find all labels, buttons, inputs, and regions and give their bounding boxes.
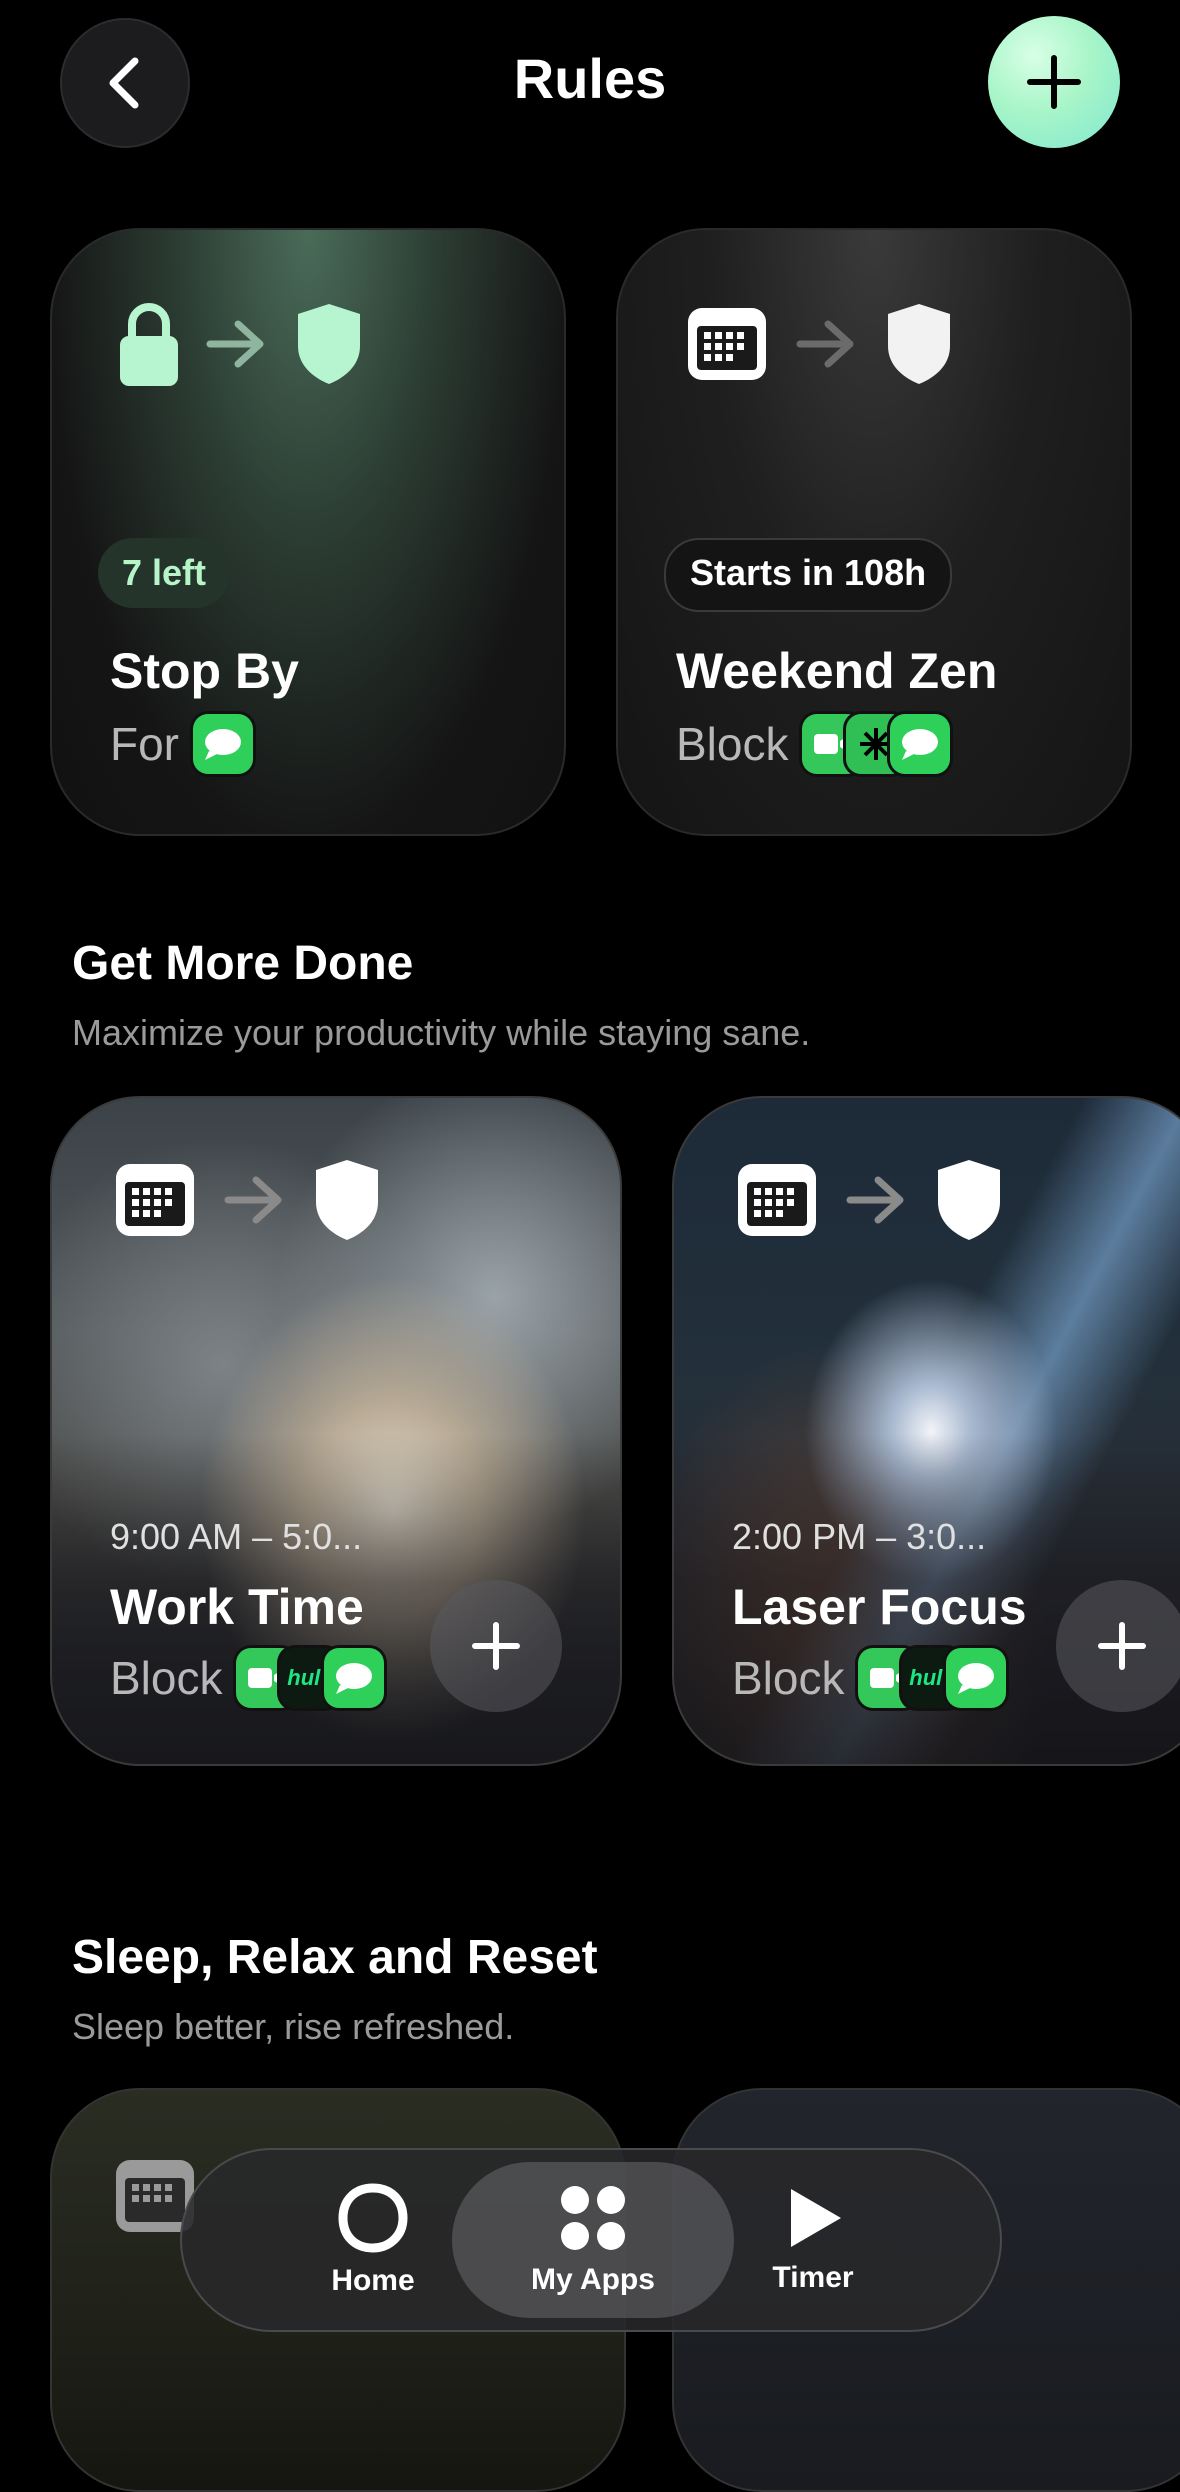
rule-action-label: Block [676,718,789,770]
messages-app-icon [324,1648,385,1708]
tab-bar: Home My Apps Timer [180,2148,1002,2332]
template-card-work-time[interactable]: 9:00 AM – 5:0... Work Time Block hulu [50,1096,622,1766]
shield-icon [938,1160,1000,1240]
section-title: Get More Done [72,937,414,990]
schedule-time: 9:00 AM – 5:0... [110,1516,363,1557]
section-title: Sleep, Relax and Reset [72,1931,598,1984]
add-template-button[interactable] [430,1580,562,1712]
arrow-right-icon [206,320,264,368]
arrow-right-icon [224,1176,282,1224]
template-name: Laser Focus [732,1579,1027,1635]
rule-trigger-row [684,302,954,386]
add-template-button[interactable] [1056,1580,1180,1712]
rule-subtitle: For [110,714,253,774]
template-subtitle: Block hulu [732,1648,1007,1708]
messages-app-icon [890,714,951,774]
arrow-right-icon [796,320,854,368]
shield-icon [298,304,360,384]
tab-label: Home [331,2264,415,2297]
blocked-apps-stack: hulu [858,1648,1007,1708]
calendar-icon [116,1164,194,1236]
rule-card-stop-by[interactable]: 7 left Stop By For [50,228,566,836]
rule-card-weekend-zen[interactable]: Starts in 108h Weekend Zen Block [616,228,1132,836]
rule-name: Weekend Zen [676,643,998,699]
lock-icon [120,303,178,386]
apps-grid-icon [561,2186,625,2250]
home-ring-icon [338,2183,408,2253]
tab-label: Timer [772,2261,854,2294]
rule-trigger-row [118,300,364,388]
calendar-icon [738,1164,816,1236]
remaining-count-badge: 7 left [98,538,231,608]
section-subtitle: Sleep better, rise refreshed. [72,2006,515,2047]
add-rule-button[interactable] [988,16,1120,148]
arrow-right-icon [846,1176,904,1224]
messages-app-icon [193,714,253,774]
template-card-laser-focus[interactable]: 2:00 PM – 3:0... Laser Focus Block hulu [672,1096,1180,1766]
play-icon [791,2189,841,2247]
plus-icon [472,1622,520,1670]
rule-name: Stop By [110,643,299,699]
rule-trigger-row [734,1158,1004,1242]
blocked-apps-stack [802,714,951,774]
schedule-time: 2:00 PM – 3:0... [732,1516,987,1557]
section-subtitle: Maximize your productivity while staying… [72,1012,811,1053]
rule-action-label: Block [110,1652,223,1704]
start-countdown-badge: Starts in 108h [664,538,953,612]
rule-subtitle: Block [676,714,951,774]
blocked-apps-stack: hulu [236,1648,385,1708]
calendar-icon [688,308,766,380]
rule-action-label: For [110,718,179,770]
template-name: Work Time [110,1579,364,1635]
plus-icon [1098,1622,1146,1670]
tab-timer[interactable]: Timer [672,2162,954,2318]
template-subtitle: Block hulu [110,1648,385,1708]
tab-label: My Apps [531,2263,655,2296]
rule-trigger-row [112,1158,382,1242]
messages-app-icon [946,1648,1007,1708]
shield-icon [888,304,950,384]
rule-action-label: Block [732,1652,845,1704]
shield-icon [316,1160,378,1240]
plus-icon [1027,55,1081,109]
